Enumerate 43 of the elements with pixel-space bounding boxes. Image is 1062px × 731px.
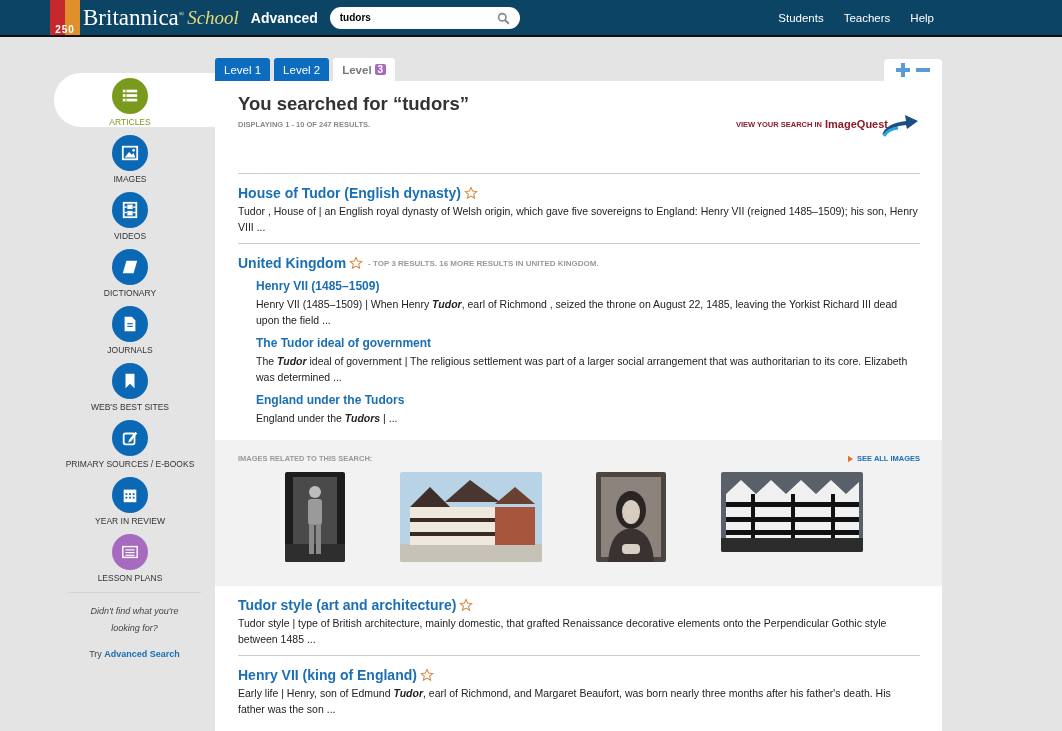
level-tab[interactable]: Level 2	[274, 58, 330, 81]
sidebar-item[interactable]: LESSON PLANS	[54, 529, 215, 586]
result-snippet: Tudor , House of | an English royal dynasty of Welsh origin, which gave five sovereigns to England: Henry VII (reigned 1485–1509); his son, Henry VIII ...	[238, 204, 919, 235]
star-icon[interactable]	[459, 598, 474, 612]
group-note: - TOP 3 RESULTS. 16 MORE RESULTS IN UNITED KINGDOM.	[368, 258, 599, 268]
nav-link[interactable]: Teachers	[843, 11, 891, 24]
sidebar-item[interactable]: WEB'S BEST SITES	[54, 358, 215, 415]
search-field[interactable]: tudors	[329, 6, 520, 29]
logo[interactable]: 250 Britannica$^{®}$School	[50, 0, 239, 35]
try-label: Try	[89, 649, 102, 659]
level-tab[interactable]: Level 3	[333, 58, 396, 81]
edition-label: Advanced	[250, 9, 318, 26]
subresult-title[interactable]: England under the Tudors	[256, 393, 405, 407]
caret-icon	[848, 454, 854, 463]
subresult-title[interactable]: The Tudor ideal of government	[256, 336, 432, 350]
sidebar-item[interactable]: JOURNALS	[54, 301, 215, 358]
sidebar-item[interactable]: YEAR IN REVIEW	[54, 472, 215, 529]
advanced-search-link[interactable]: Advanced Search	[104, 649, 180, 659]
search-icon[interactable]	[496, 11, 510, 25]
result-title[interactable]: Tudor style (art and architecture)	[238, 597, 457, 613]
sidebar-item[interactable]: PRIMARY SOURCES / E-BOOKS	[54, 415, 215, 472]
imagequest-link[interactable]: ImageQuest	[825, 118, 888, 130]
star-icon[interactable]	[419, 668, 434, 682]
result-title[interactable]: United Kingdom	[238, 255, 347, 271]
result-title[interactable]: House of Tudor (English dynasty)	[238, 185, 461, 201]
nav-link[interactable]: Help	[910, 11, 934, 24]
result-title[interactable]: Henry VII (king of England)	[238, 667, 417, 683]
sidebar-item[interactable]: IMAGES	[54, 130, 215, 187]
subresult-title[interactable]: Henry VII (1485–1509)	[256, 279, 380, 293]
result-snippet: Tudor style | type of British architecture, mainly domestic, that grafted Renaissance decorative elements onto the Perpendicular Gothic style between 1485 ...	[238, 616, 888, 647]
level-tab[interactable]: Level 1	[215, 58, 271, 81]
sidebar-item[interactable]: VIDEOS	[54, 187, 215, 244]
result-snippet: Henry VII (1485–1509) | When Henry Tudor, earl of Richmond , seized the throne on August 22, 1485, leaving the Yorkist Richard III dead upon the field ...	[256, 297, 899, 328]
star-icon[interactable]	[349, 256, 364, 270]
sidebar-item[interactable]: DICTIONARY	[54, 244, 215, 301]
result-snippet: Early life | Henry, son of Edmund Tudor, earl of Richmond, and Margaret Beaufort, was born nearly three months after his father's death. His father was the son ...	[238, 686, 892, 717]
zoom-in-icon[interactable]	[896, 63, 910, 77]
help-note: Didn't find what you're looking for?	[89, 605, 180, 635]
result-snippet: England under the Tudors | ...	[256, 411, 399, 426]
star-icon[interactable]	[463, 186, 478, 200]
search-heading: You searched for “tudors”	[238, 93, 469, 115]
nav-link[interactable]: Students	[778, 11, 824, 24]
result-snippet: The Tudor ideal of government | The religious settlement was part of a larger social arrangement that was authoritarian to its core. Elizabeth was determined ...	[256, 354, 909, 385]
